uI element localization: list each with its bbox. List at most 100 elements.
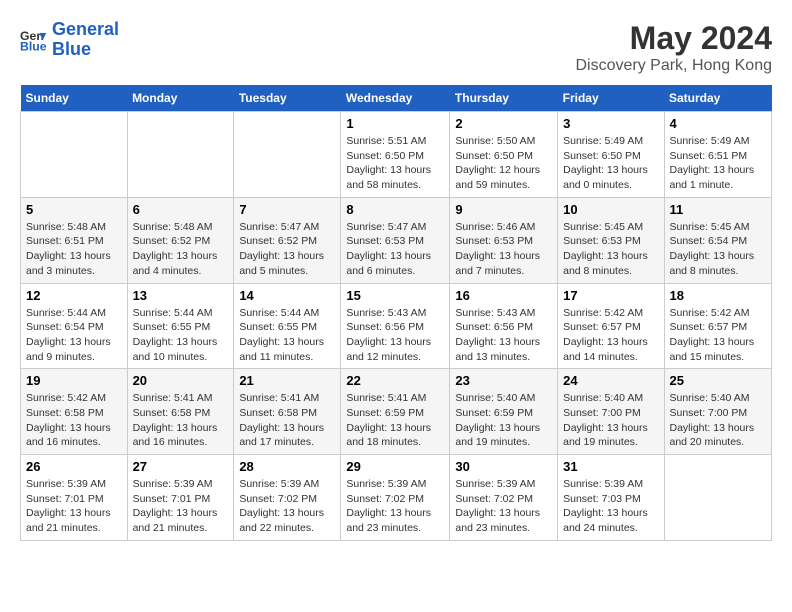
cell-info: Sunrise: 5:43 AM Sunset: 6:56 PM Dayligh…	[455, 306, 552, 365]
date-number: 16	[455, 288, 552, 303]
cell-info: Sunrise: 5:39 AM Sunset: 7:03 PM Dayligh…	[563, 477, 658, 536]
date-number: 2	[455, 116, 552, 131]
date-number: 26	[26, 459, 122, 474]
calendar-cell: 4 Sunrise: 5:49 AM Sunset: 6:51 PM Daylig…	[664, 112, 772, 198]
date-number: 7	[239, 202, 335, 217]
date-number: 24	[563, 373, 658, 388]
date-number: 3	[563, 116, 658, 131]
date-number: 1	[346, 116, 444, 131]
calendar-cell: 27Sunrise: 5:39 AM Sunset: 7:01 PM Dayli…	[127, 455, 234, 541]
calendar-cell: 30 Sunrise: 5:39 AM Sunset: 7:02 PM Dayli…	[450, 455, 558, 541]
cell-info: Sunrise: 5:39 AM Sunset: 7:02 PM Dayligh…	[239, 477, 335, 536]
cell-info: Sunrise: 5:48 AM Sunset: 6:52 PM Dayligh…	[133, 220, 229, 279]
cell-info: Sunrise: 5:50 AM Sunset: 6:50 PM Dayligh…	[455, 134, 552, 193]
calendar-table: SundayMondayTuesdayWednesdayThursdayFrid…	[20, 85, 772, 541]
day-header-row: SundayMondayTuesdayWednesdayThursdayFrid…	[21, 85, 772, 112]
day-header-wednesday: Wednesday	[341, 85, 450, 112]
cell-info: Sunrise: 5:40 AM Sunset: 7:00 PM Dayligh…	[670, 391, 767, 450]
title-block: May 2024 Discovery Park, Hong Kong	[575, 20, 772, 75]
page-header: Gen Blue GeneralBlue May 2024 Discovery …	[20, 20, 772, 75]
cell-info: Sunrise: 5:48 AM Sunset: 6:51 PM Dayligh…	[26, 220, 122, 279]
calendar-cell: 26 Sunrise: 5:39 AM Sunset: 7:01 PM Dayli…	[21, 455, 128, 541]
calendar-cell: 11 Sunrise: 5:45 AM Sunset: 6:54 PM Dayli…	[664, 197, 772, 283]
cell-info: Sunrise: 5:41 AM Sunset: 6:58 PM Dayligh…	[239, 391, 335, 450]
calendar-cell: 23 Sunrise: 5:40 AM Sunset: 6:59 PM Dayli…	[450, 369, 558, 455]
calendar-cell: 18Sunrise: 5:42 AM Sunset: 6:57 PM Dayli…	[664, 283, 772, 369]
date-number: 21	[239, 373, 335, 388]
day-header-monday: Monday	[127, 85, 234, 112]
day-header-thursday: Thursday	[450, 85, 558, 112]
date-number: 29	[346, 459, 444, 474]
date-number: 23	[455, 373, 552, 388]
cell-info: Sunrise: 5:39 AM Sunset: 7:01 PM Dayligh…	[133, 477, 229, 536]
week-row-5: 26 Sunrise: 5:39 AM Sunset: 7:01 PM Dayli…	[21, 455, 772, 541]
day-header-tuesday: Tuesday	[234, 85, 341, 112]
cell-info: Sunrise: 5:40 AM Sunset: 6:59 PM Dayligh…	[455, 391, 552, 450]
logo: Gen Blue GeneralBlue	[20, 20, 119, 60]
calendar-cell: 31Sunrise: 5:39 AM Sunset: 7:03 PM Dayli…	[558, 455, 664, 541]
date-number: 18	[670, 288, 767, 303]
cell-info: Sunrise: 5:39 AM Sunset: 7:02 PM Dayligh…	[346, 477, 444, 536]
cell-info: Sunrise: 5:44 AM Sunset: 6:55 PM Dayligh…	[133, 306, 229, 365]
calendar-cell	[664, 455, 772, 541]
cell-info: Sunrise: 5:41 AM Sunset: 6:59 PM Dayligh…	[346, 391, 444, 450]
cell-info: Sunrise: 5:42 AM Sunset: 6:58 PM Dayligh…	[26, 391, 122, 450]
date-number: 12	[26, 288, 122, 303]
calendar-cell: 1Sunrise: 5:51 AM Sunset: 6:50 PM Daylig…	[341, 112, 450, 198]
calendar-cell	[127, 112, 234, 198]
date-number: 22	[346, 373, 444, 388]
calendar-cell: 3 Sunrise: 5:49 AM Sunset: 6:50 PM Daylig…	[558, 112, 664, 198]
cell-info: Sunrise: 5:49 AM Sunset: 6:51 PM Dayligh…	[670, 134, 767, 193]
date-number: 17	[563, 288, 658, 303]
date-number: 25	[670, 373, 767, 388]
cell-info: Sunrise: 5:39 AM Sunset: 7:01 PM Dayligh…	[26, 477, 122, 536]
calendar-cell: 16 Sunrise: 5:43 AM Sunset: 6:56 PM Dayli…	[450, 283, 558, 369]
calendar-cell	[21, 112, 128, 198]
calendar-cell: 24Sunrise: 5:40 AM Sunset: 7:00 PM Dayli…	[558, 369, 664, 455]
cell-info: Sunrise: 5:42 AM Sunset: 6:57 PM Dayligh…	[563, 306, 658, 365]
cell-info: Sunrise: 5:46 AM Sunset: 6:53 PM Dayligh…	[455, 220, 552, 279]
calendar-cell: 10 Sunrise: 5:45 AM Sunset: 6:53 PM Dayli…	[558, 197, 664, 283]
subtitle: Discovery Park, Hong Kong	[575, 57, 772, 75]
calendar-cell: 2 Sunrise: 5:50 AM Sunset: 6:50 PM Daylig…	[450, 112, 558, 198]
cell-info: Sunrise: 5:45 AM Sunset: 6:53 PM Dayligh…	[563, 220, 658, 279]
date-number: 8	[346, 202, 444, 217]
date-number: 4	[670, 116, 767, 131]
cell-info: Sunrise: 5:49 AM Sunset: 6:50 PM Dayligh…	[563, 134, 658, 193]
calendar-cell: 28 Sunrise: 5:39 AM Sunset: 7:02 PM Dayli…	[234, 455, 341, 541]
logo-icon: Gen Blue	[20, 26, 48, 54]
cell-info: Sunrise: 5:44 AM Sunset: 6:55 PM Dayligh…	[239, 306, 335, 365]
main-title: May 2024	[575, 20, 772, 57]
week-row-3: 12Sunrise: 5:44 AM Sunset: 6:54 PM Dayli…	[21, 283, 772, 369]
date-number: 9	[455, 202, 552, 217]
calendar-cell: 15 Sunrise: 5:43 AM Sunset: 6:56 PM Dayli…	[341, 283, 450, 369]
calendar-cell: 29 Sunrise: 5:39 AM Sunset: 7:02 PM Dayli…	[341, 455, 450, 541]
cell-info: Sunrise: 5:41 AM Sunset: 6:58 PM Dayligh…	[133, 391, 229, 450]
calendar-cell: 13 Sunrise: 5:44 AM Sunset: 6:55 PM Dayli…	[127, 283, 234, 369]
svg-text:Blue: Blue	[20, 39, 47, 53]
calendar-cell: 17 Sunrise: 5:42 AM Sunset: 6:57 PM Dayli…	[558, 283, 664, 369]
day-header-saturday: Saturday	[664, 85, 772, 112]
logo-text: GeneralBlue	[52, 20, 119, 60]
calendar-cell	[234, 112, 341, 198]
cell-info: Sunrise: 5:39 AM Sunset: 7:02 PM Dayligh…	[455, 477, 552, 536]
date-number: 28	[239, 459, 335, 474]
calendar-cell: 22 Sunrise: 5:41 AM Sunset: 6:59 PM Dayli…	[341, 369, 450, 455]
calendar-cell: 19 Sunrise: 5:42 AM Sunset: 6:58 PM Dayli…	[21, 369, 128, 455]
date-number: 19	[26, 373, 122, 388]
date-number: 20	[133, 373, 229, 388]
calendar-cell: 5Sunrise: 5:48 AM Sunset: 6:51 PM Daylig…	[21, 197, 128, 283]
cell-info: Sunrise: 5:45 AM Sunset: 6:54 PM Dayligh…	[670, 220, 767, 279]
date-number: 13	[133, 288, 229, 303]
date-number: 10	[563, 202, 658, 217]
date-number: 14	[239, 288, 335, 303]
day-header-friday: Friday	[558, 85, 664, 112]
date-number: 15	[346, 288, 444, 303]
calendar-cell: 12Sunrise: 5:44 AM Sunset: 6:54 PM Dayli…	[21, 283, 128, 369]
date-number: 30	[455, 459, 552, 474]
cell-info: Sunrise: 5:43 AM Sunset: 6:56 PM Dayligh…	[346, 306, 444, 365]
calendar-cell: 9 Sunrise: 5:46 AM Sunset: 6:53 PM Daylig…	[450, 197, 558, 283]
date-number: 11	[670, 202, 767, 217]
calendar-cell: 6Sunrise: 5:48 AM Sunset: 6:52 PM Daylig…	[127, 197, 234, 283]
calendar-cell: 20 Sunrise: 5:41 AM Sunset: 6:58 PM Dayli…	[127, 369, 234, 455]
